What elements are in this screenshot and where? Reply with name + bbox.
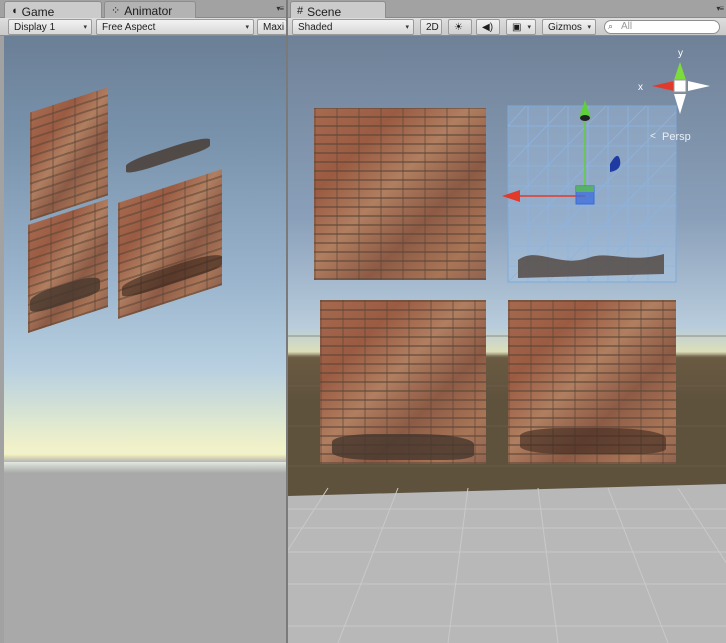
tab-animator-label: Animator bbox=[124, 4, 173, 18]
y-label: y bbox=[678, 48, 683, 59]
2d-toggle-button[interactable]: 2D bbox=[420, 19, 442, 35]
lighting-toggle-button[interactable]: ☀ bbox=[448, 19, 472, 35]
brick-quad bbox=[118, 169, 222, 319]
x-label: x bbox=[638, 82, 643, 93]
orientation-gizmo[interactable]: y x Persp < bbox=[630, 42, 726, 142]
maximize-label: Maxi bbox=[263, 22, 285, 33]
neg-x-axis-cone[interactable] bbox=[688, 81, 710, 91]
x-axis-cone[interactable] bbox=[652, 81, 674, 91]
scene-tabstrip: # Scene ▾≡ bbox=[288, 0, 726, 19]
tab-animator[interactable]: ⁘ Animator bbox=[104, 1, 196, 18]
2d-toggle-label: 2D bbox=[426, 22, 439, 33]
tab-game[interactable]: ◖ Game bbox=[4, 1, 102, 19]
game-viewport[interactable] bbox=[4, 36, 286, 643]
chevron-left-icon: < bbox=[650, 131, 656, 142]
game-toolbar: Display 1 ▾ Free Aspect ▾ Maxi bbox=[0, 18, 286, 36]
audio-toggle-button[interactable]: ◀) bbox=[476, 19, 500, 35]
aspect-dropdown[interactable]: Free Aspect ▾ bbox=[96, 19, 254, 35]
y-axis-cone[interactable] bbox=[674, 62, 686, 80]
shading-mode-label: Shaded bbox=[298, 22, 333, 33]
chevron-down-icon: ▾ bbox=[83, 24, 87, 31]
grid-icon: # bbox=[297, 5, 304, 17]
animator-icon: ⁘ bbox=[111, 4, 121, 17]
scene-panel: # Scene ▾≡ Shaded ▾ 2D ☀ ◀) ▣ ▾ Gizmos ▾… bbox=[288, 0, 726, 643]
chevron-down-icon: ▾ bbox=[405, 24, 409, 31]
chevron-down-icon: ▾ bbox=[245, 24, 249, 31]
scene-search-input[interactable]: ⌕ All bbox=[604, 20, 720, 34]
gizmos-label: Gizmos bbox=[548, 22, 582, 33]
chevron-down-icon: ▾ bbox=[527, 24, 531, 31]
scene-viewport[interactable]: y x Persp < bbox=[288, 36, 726, 643]
display-dropdown-label: Display 1 bbox=[14, 22, 56, 33]
image-icon: ▣ bbox=[512, 22, 522, 33]
game-panel: ◖ Game ⁘ Animator ▾≡ Display 1 ▾ Free As… bbox=[0, 0, 286, 643]
projection-label[interactable]: Persp bbox=[662, 131, 691, 142]
aspect-dropdown-label: Free Aspect bbox=[102, 22, 156, 33]
brick-quad bbox=[30, 87, 108, 221]
speaker-icon: ◀) bbox=[482, 22, 494, 33]
shading-mode-dropdown[interactable]: Shaded ▾ bbox=[292, 19, 414, 35]
center-cube[interactable] bbox=[673, 79, 687, 93]
tab-scene[interactable]: # Scene bbox=[290, 1, 386, 19]
maximize-on-play-button[interactable]: Maxi bbox=[257, 19, 286, 35]
tab-scene-label: Scene bbox=[307, 4, 342, 19]
neg-y-axis-cone[interactable] bbox=[674, 94, 686, 114]
tab-game-label: Game bbox=[21, 4, 55, 19]
grime-patch bbox=[126, 134, 210, 176]
scene-toolbar: Shaded ▾ 2D ☀ ◀) ▣ ▾ Gizmos ▾ ⌕ All bbox=[288, 18, 726, 36]
search-placeholder: All bbox=[621, 21, 633, 32]
gizmos-dropdown[interactable]: Gizmos ▾ bbox=[542, 19, 596, 35]
brick-quad bbox=[28, 199, 108, 333]
horizon bbox=[4, 454, 286, 462]
chevron-down-icon: ▾ bbox=[587, 24, 591, 31]
panel-menu-icon[interactable]: ▾≡ bbox=[716, 4, 724, 13]
search-icon: ⌕ bbox=[608, 21, 614, 31]
effects-dropdown[interactable]: ▣ ▾ bbox=[506, 19, 536, 35]
game-tabstrip: ◖ Game ⁘ Animator ▾≡ bbox=[0, 0, 286, 19]
pacman-icon: ◖ bbox=[11, 5, 18, 17]
display-dropdown[interactable]: Display 1 ▾ bbox=[8, 19, 92, 35]
unity-editor: ◖ Game ⁘ Animator ▾≡ Display 1 ▾ Free As… bbox=[0, 0, 726, 643]
panel-menu-icon[interactable]: ▾≡ bbox=[276, 4, 284, 13]
sun-icon: ☀ bbox=[454, 22, 463, 33]
